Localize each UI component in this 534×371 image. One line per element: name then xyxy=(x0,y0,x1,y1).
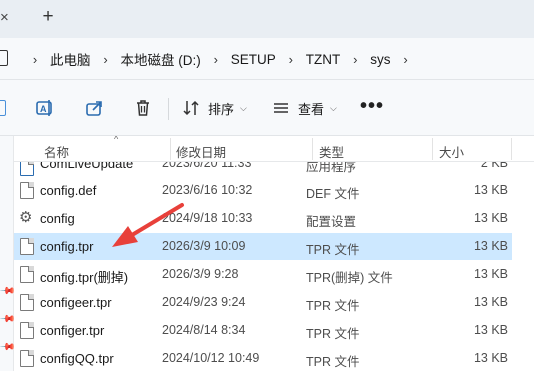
view-label: 查看 xyxy=(298,101,325,117)
column-divider[interactable] xyxy=(312,138,313,160)
breadcrumb-item-tznt[interactable]: TZNT xyxy=(304,52,343,67)
rename-icon: A xyxy=(36,100,52,116)
rename-button[interactable]: A xyxy=(34,96,56,120)
file-icon xyxy=(20,266,34,283)
column-divider[interactable] xyxy=(432,138,433,160)
file-modified: 2026/3/9 9:28 xyxy=(162,267,239,281)
file-modified: 2023/6/20 11:33 xyxy=(162,162,252,170)
breadcrumb-item-local-disk[interactable]: 本地磁盘 (D:) xyxy=(119,49,203,69)
tab-bar: × + xyxy=(0,0,534,38)
file-size: 13 KB xyxy=(473,211,508,225)
app-icon xyxy=(20,162,34,176)
file-size: 13 KB xyxy=(473,323,508,337)
command-bar: A 排序 ⌵ 查看 ⌵ ••• xyxy=(0,80,534,136)
sort-icon xyxy=(183,100,199,116)
new-tab-button[interactable]: + xyxy=(38,6,58,28)
chevron-down-icon: ⌵ xyxy=(240,102,247,113)
file-size: 13 KB xyxy=(473,351,508,365)
sort-label: 排序 xyxy=(208,101,235,117)
address-bar[interactable]: › 此电脑 › 本地磁盘 (D:) › SETUP › TZNT › sys › xyxy=(0,38,534,80)
file-name: config.def xyxy=(40,183,97,198)
file-type: TPR(删掉) 文件 xyxy=(306,271,393,285)
file-row[interactable]: configQQ.tpr 2024/10/12 10:49 TPR 文件 13 … xyxy=(14,345,512,371)
settings-file-icon: ⚙ xyxy=(19,209,34,227)
file-name: config.tpr(删掉) xyxy=(40,270,129,285)
file-row[interactable]: ComLiveUpdate 2023/6/20 11:33 应用程序 2 KB xyxy=(14,162,512,176)
file-list-pane: 📌 📌 📌 名称 ^ 修改日期 类型 大小 ComLiveUpdate 2023… xyxy=(0,136,534,371)
file-size: 13 KB xyxy=(473,239,508,253)
close-tab-icon[interactable]: × xyxy=(0,8,18,28)
file-size: 2 KB xyxy=(480,162,508,170)
file-type: 应用程序 xyxy=(306,162,357,174)
column-header-row: 名称 ^ 修改日期 类型 大小 xyxy=(14,136,534,162)
paste-icon[interactable] xyxy=(0,100,6,116)
delete-button[interactable] xyxy=(132,96,154,120)
file-icon xyxy=(20,322,34,339)
file-modified: 2024/9/23 9:24 xyxy=(162,295,246,309)
file-row[interactable]: configer.tpr 2024/8/14 8:34 TPR 文件 13 KB xyxy=(14,317,512,344)
this-pc-icon[interactable] xyxy=(0,50,8,66)
chevron-down-icon: ⌵ xyxy=(330,102,337,113)
file-name: configer.tpr xyxy=(40,323,105,338)
file-name: config xyxy=(40,211,75,226)
file-type: TPR 文件 xyxy=(306,299,360,313)
file-name: configeer.tpr xyxy=(40,295,112,310)
file-modified: 2026/3/9 10:09 xyxy=(162,239,246,253)
file-row-selected[interactable]: config.tpr 2026/3/9 10:09 TPR 文件 13 KB xyxy=(14,233,512,260)
file-size: 13 KB xyxy=(473,267,508,281)
file-icon xyxy=(20,294,34,311)
breadcrumb: › 此电脑 › 本地磁盘 (D:) › SETUP › TZNT › sys › xyxy=(22,38,419,80)
file-type: TPR 文件 xyxy=(306,243,360,257)
file-modified: 2024/9/18 10:33 xyxy=(162,211,253,225)
file-modified: 2023/6/16 10:32 xyxy=(162,183,253,197)
share-icon xyxy=(86,101,102,116)
column-divider[interactable] xyxy=(511,138,512,160)
file-type: DEF 文件 xyxy=(306,187,360,201)
more-options-button[interactable]: ••• xyxy=(360,96,384,116)
file-modified: 2024/8/14 8:34 xyxy=(162,323,246,337)
file-row[interactable]: ⚙ config 2024/9/18 10:33 配置设置 13 KB xyxy=(14,205,512,232)
file-icon xyxy=(20,182,34,199)
file-name: configQQ.tpr xyxy=(40,351,114,366)
breadcrumb-separator[interactable]: › xyxy=(22,52,48,67)
breadcrumb-item-this-pc[interactable]: 此电脑 xyxy=(48,49,93,69)
file-row[interactable]: config.def 2023/6/16 10:32 DEF 文件 13 KB xyxy=(14,177,512,204)
toolbar-divider xyxy=(168,98,169,120)
column-header-name[interactable]: 名称 xyxy=(44,142,69,161)
view-icon xyxy=(274,103,288,113)
view-button[interactable]: 查看 ⌵ xyxy=(272,96,337,120)
svg-text:A: A xyxy=(40,104,47,114)
file-type: TPR 文件 xyxy=(306,355,360,369)
breadcrumb-separator[interactable]: › xyxy=(203,52,229,67)
file-name: ComLiveUpdate xyxy=(40,162,134,171)
sort-ascending-icon: ^ xyxy=(114,136,119,144)
breadcrumb-separator[interactable]: › xyxy=(393,52,419,67)
trash-icon xyxy=(137,100,149,116)
breadcrumb-separator[interactable]: › xyxy=(93,52,119,67)
breadcrumb-separator[interactable]: › xyxy=(342,52,368,67)
breadcrumb-item-setup[interactable]: SETUP xyxy=(229,52,278,67)
file-row[interactable]: config.tpr(删掉) 2026/3/9 9:28 TPR(删掉) 文件 … xyxy=(14,261,512,288)
file-icon xyxy=(20,350,34,367)
column-header-type[interactable]: 类型 xyxy=(319,142,344,161)
column-header-modified[interactable]: 修改日期 xyxy=(176,142,226,161)
navigation-pane[interactable]: 📌 📌 📌 xyxy=(0,136,16,371)
file-size: 13 KB xyxy=(473,183,508,197)
breadcrumb-item-sys[interactable]: sys xyxy=(368,52,392,67)
file-type: TPR 文件 xyxy=(306,327,360,341)
sort-button[interactable]: 排序 ⌵ xyxy=(182,96,247,120)
file-icon xyxy=(20,238,34,255)
file-type: 配置设置 xyxy=(306,215,357,229)
file-modified: 2024/10/12 10:49 xyxy=(162,351,260,365)
file-size: 13 KB xyxy=(473,295,508,309)
file-row[interactable]: configeer.tpr 2024/9/23 9:24 TPR 文件 13 K… xyxy=(14,289,512,316)
file-name: config.tpr xyxy=(40,239,94,254)
breadcrumb-separator[interactable]: › xyxy=(278,52,304,67)
share-button[interactable] xyxy=(84,96,106,120)
column-header-size[interactable]: 大小 xyxy=(439,142,464,161)
column-divider[interactable] xyxy=(170,138,171,160)
gear-icon: ⚙ xyxy=(19,209,33,226)
